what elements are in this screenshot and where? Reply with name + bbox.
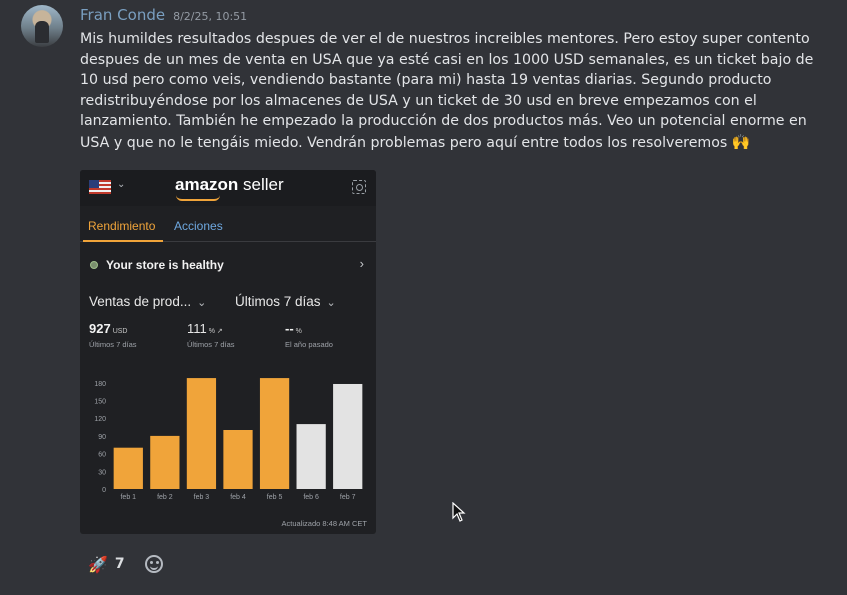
x-tick-label: feb 2 <box>157 494 173 501</box>
y-tick-label: 0 <box>102 487 106 494</box>
message-header: Fran Conde 8/2/25, 10:51 <box>80 6 247 24</box>
x-tick-label: feb 6 <box>303 494 319 501</box>
add-reaction-icon[interactable] <box>145 555 163 573</box>
chevron-down-icon: ⌄ <box>197 297 207 309</box>
stat-last-year: --% El año pasado <box>285 321 333 349</box>
chevron-right-icon: › <box>359 256 364 271</box>
status-dot-icon <box>90 261 98 269</box>
attached-screenshot[interactable]: ⌄ amazon seller Rendimiento Acciones You… <box>80 170 376 534</box>
message-text: Mis humildes resultados despues de ver e… <box>80 29 820 154</box>
x-tick-label: feb 4 <box>230 494 246 501</box>
stat-units: 111% ↗ Últimos 7 días <box>187 321 235 349</box>
chevron-down-icon: ⌄ <box>117 179 126 190</box>
store-health-row: Your store is healthy › <box>80 252 376 278</box>
sales-bar-chart: 0 30 60 90 120 150 180 feb 1 feb 2 feb 3 feb 4 feb … <box>80 365 376 515</box>
username[interactable]: Fran Conde <box>80 6 165 24</box>
mouse-cursor-icon <box>452 502 466 522</box>
stats-row: 927 USD Últimos 7 días 111% ↗ Últimos 7 d… <box>80 320 376 350</box>
period-select: Últimos 7 días ⌄ <box>235 294 336 309</box>
bar-feb-1 <box>113 447 143 489</box>
active-tab-indicator <box>83 240 163 242</box>
timestamp: 8/2/25, 10:51 <box>173 10 248 23</box>
y-tick-label: 60 <box>98 452 106 459</box>
y-tick-label: 120 <box>94 416 106 423</box>
x-tick-label: feb 1 <box>120 494 136 501</box>
tab-acciones: Acciones <box>174 219 223 233</box>
stat-sales: 927 USD Últimos 7 días <box>89 321 137 349</box>
y-tick-label: 180 <box>94 381 106 388</box>
bar-feb-5 <box>259 378 290 489</box>
raised-hands-emoji: 🙌 <box>731 132 751 151</box>
bar-feb-4 <box>223 430 253 489</box>
x-tick-label: feb 7 <box>340 494 356 501</box>
tab-bar: Rendimiento Acciones <box>80 214 376 242</box>
y-tick-label: 90 <box>98 434 106 441</box>
tab-rendimiento: Rendimiento <box>88 219 156 233</box>
bar-feb-7 <box>333 383 363 489</box>
app-topbar: ⌄ amazon seller <box>80 170 376 206</box>
health-text: Your store is healthy <box>106 258 224 272</box>
camera-scan-icon <box>352 180 366 194</box>
y-tick-label: 150 <box>94 399 106 406</box>
us-flag-icon <box>89 180 111 194</box>
filter-selects: Ventas de prod... ⌄ Últimos 7 días ⌄ <box>80 290 376 314</box>
bar-feb-2 <box>150 435 180 489</box>
chevron-down-icon: ⌄ <box>326 297 336 309</box>
bar-feb-6 <box>296 424 326 489</box>
user-avatar[interactable] <box>21 5 63 47</box>
rocket-emoji: 🚀 <box>88 554 108 574</box>
x-tick-label: feb 5 <box>267 494 283 501</box>
amazon-seller-logo: amazon seller <box>175 175 284 194</box>
amazon-smile-icon <box>176 195 220 201</box>
updated-label: Actualizado 8:48 AM CET <box>281 519 367 528</box>
metric-select: Ventas de prod... ⌄ <box>89 294 207 309</box>
message-body: Mis humildes resultados despues de ver e… <box>80 31 814 151</box>
x-tick-label: feb 3 <box>194 494 210 501</box>
reaction-rocket[interactable]: 🚀 7 <box>82 551 136 577</box>
bar-feb-3 <box>186 378 217 489</box>
chat-message: Fran Conde 8/2/25, 10:51 Mis humildes re… <box>0 0 847 595</box>
y-tick-label: 30 <box>98 469 106 476</box>
reaction-count: 7 <box>114 556 125 572</box>
